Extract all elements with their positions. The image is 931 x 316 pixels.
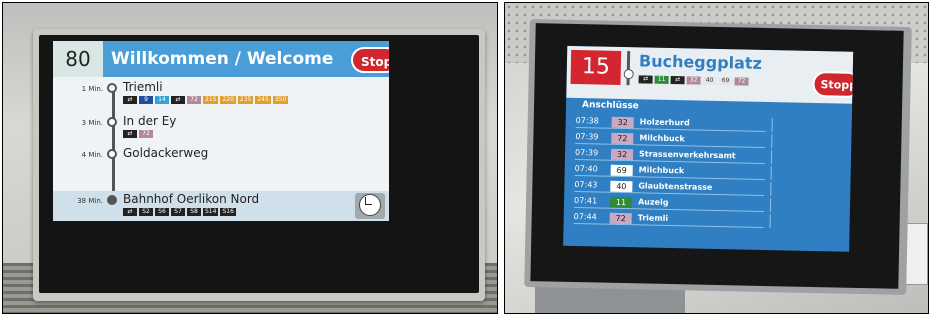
connection-badge: 350 [272,96,289,104]
connection-badge: 11 [654,75,669,84]
connection-badge: 40 [702,76,717,85]
connection-badge: ⇄ [171,96,185,104]
left-stop-request: Stopp [351,47,389,73]
stop-connection-badges: ⇄ S2 S6 S7 S8 S14 S16 [123,208,236,216]
connection-badge: 72 [139,130,153,138]
right-header: 15 Bucheggplatz ⇄ 11 ⇄ 32 40 69 72 Stopp [566,45,854,104]
left-line-number: 80 [53,41,103,77]
right-photo: 15 Bucheggplatz ⇄ 11 ⇄ 32 40 69 72 Stopp Ansch… [504,2,929,314]
stop-marker [107,117,117,127]
connection-line-number: 69 [610,164,633,177]
connection-badge: 14 [155,96,169,104]
connection-badge: 245 [255,96,271,104]
stop-marker [107,149,117,159]
stop-connection-badges: ⇄ 72 [123,130,153,138]
connection-line-number: 72 [611,132,634,145]
right-display-screen: 15 Bucheggplatz ⇄ 11 ⇄ 32 40 69 72 Stopp Ansch… [563,45,854,252]
connection-badge: 220 [220,96,236,104]
stop-minutes: 4 Min. [81,151,103,159]
right-stop-request: Stopp [812,70,854,98]
connection-line-number: 32 [611,116,634,129]
status-cell [770,182,802,197]
stop-minutes: 3 Min. [81,119,103,127]
right-line-badges: ⇄ 11 ⇄ 32 40 69 72 [638,75,749,86]
stop-minutes: 38 Min. [77,197,103,205]
connection-badge: 9 [139,96,153,104]
right-display-bezel: 15 Bucheggplatz ⇄ 11 ⇄ 32 40 69 72 Stopp Ansch… [524,19,912,295]
connection-badge: ⇄ [123,96,137,104]
left-stop-row: 4 Min. Goldackerweg [53,146,389,177]
left-stop-row: 3 Min. In der Ey ⇄ 72 [53,114,389,145]
stop-connection-badges: ⇄ 9 14 ⇄ 72 215 220 235 245 350 [123,96,289,104]
status-cell [771,118,803,133]
connection-badge: 215 [203,96,219,104]
connection-line-number: 72 [609,212,632,225]
connection-badge: S8 [187,208,201,216]
connection-badge: 72 [187,96,201,104]
connection-line-number: 11 [609,196,633,209]
left-photo: 80 Willkommen / Welcome Stopp 1 Min. Trie… [2,2,498,314]
connection-badge: S16 [220,208,236,216]
stop-marker [107,195,117,205]
right-line-number: 15 [570,49,622,85]
connection-badge: S6 [155,208,169,216]
connection-line-number: 40 [610,180,633,193]
connection-badge: 72 [734,77,749,86]
left-header-bar: 80 Willkommen / Welcome Stopp [53,41,389,77]
stop-marker [107,83,117,93]
connection-badge: 32 [686,76,701,85]
stop-minutes: 1 Min. [81,85,103,93]
stop-name: Goldackerweg [123,146,209,160]
connection-badge: ⇄ [123,208,137,216]
left-display-screen: 80 Willkommen / Welcome Stopp 1 Min. Trie… [53,41,389,221]
status-cell [769,198,802,213]
left-stop-row: 38 Min. Bahnhof Oerlikon Nord ⇄ S2 S6 S7 S8 S14… [53,192,389,221]
status-cell [770,150,803,165]
stop-name: In der Ey [123,114,177,128]
stop-name: Triemli [123,80,163,94]
connection-badge: 235 [237,96,254,104]
connection-badge: S2 [139,208,153,216]
status-cell [771,134,803,149]
status-cell [769,214,801,229]
connection-badge: ⇄ [670,75,685,85]
stop-name: Bahnhof Oerlikon Nord [123,192,260,206]
left-stop-row: 1 Min. Triemli ⇄ 9 14 ⇄ 72 215 220 235 245 350 [53,80,389,111]
left-header-text: Willkommen / Welcome [111,49,334,69]
connection-badge: ⇄ [638,75,653,84]
status-cell [770,166,802,181]
connection-badge: ⇄ [123,130,137,138]
connection-badge: S7 [171,208,185,216]
connections-title: Anschlüsse [581,100,639,112]
right-destination: Bucheggplatz [638,51,763,73]
connection-row: 07:44 72 Triemli [573,210,840,230]
connection-line-number: 32 [610,148,634,161]
background-paper-notice [904,223,928,285]
connection-badge: S14 [203,208,219,216]
connection-badge: 69 [718,76,733,86]
right-route-marker [626,51,631,86]
